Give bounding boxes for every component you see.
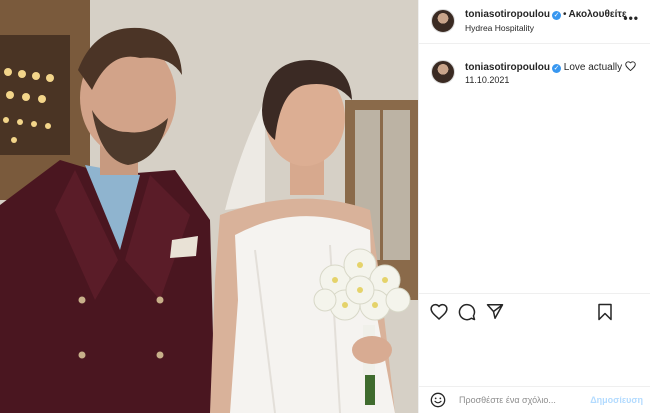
caption-like-heart-icon[interactable] <box>625 61 636 72</box>
profile-avatar[interactable] <box>431 9 455 33</box>
header-user-line: toniasotiropoulou ✓ • Ακολουθείτε <box>465 9 627 20</box>
following-button[interactable]: Ακολουθείτε <box>569 9 627 20</box>
emoji-smiley-icon[interactable] <box>430 392 446 408</box>
separator-dot: • <box>563 9 567 20</box>
action-bar <box>419 293 650 333</box>
post-photo[interactable] <box>0 0 418 413</box>
post-header: toniasotiropoulou ✓ • Ακολουθείτε Hydrea Ho… <box>419 0 650 44</box>
caption-date: 11.10.2021 <box>465 75 510 85</box>
header-username[interactable]: toniasotiropoulou <box>465 9 550 20</box>
more-options-icon[interactable]: ••• <box>623 11 639 25</box>
comment-input[interactable]: Προσθέστε ένα σχόλιο... <box>459 395 556 405</box>
wedding-photo-illustration <box>0 0 418 413</box>
caption-text: Love actually <box>563 62 623 73</box>
caption-verified-badge-icon: ✓ <box>552 64 561 73</box>
post-side-panel: toniasotiropoulou ✓ • Ακολουθείτε Hydrea Ho… <box>418 0 650 413</box>
comment-icon[interactable] <box>458 303 476 321</box>
caption-username[interactable]: toniasotiropoulou <box>465 62 550 73</box>
bookmark-icon[interactable] <box>597 303 613 321</box>
location-link[interactable]: Hydrea Hospitality <box>465 23 534 33</box>
caption-avatar[interactable] <box>431 60 455 84</box>
send-icon[interactable] <box>486 303 504 320</box>
verified-badge-icon: ✓ <box>552 11 561 20</box>
heart-icon[interactable] <box>430 303 448 320</box>
caption-line: toniasotiropoulou ✓ Love actually <box>465 61 636 73</box>
comment-bar: Προσθέστε ένα σχόλιο... Δημοσίευση <box>419 386 650 413</box>
post-comment-button[interactable]: Δημοσίευση <box>590 395 643 405</box>
